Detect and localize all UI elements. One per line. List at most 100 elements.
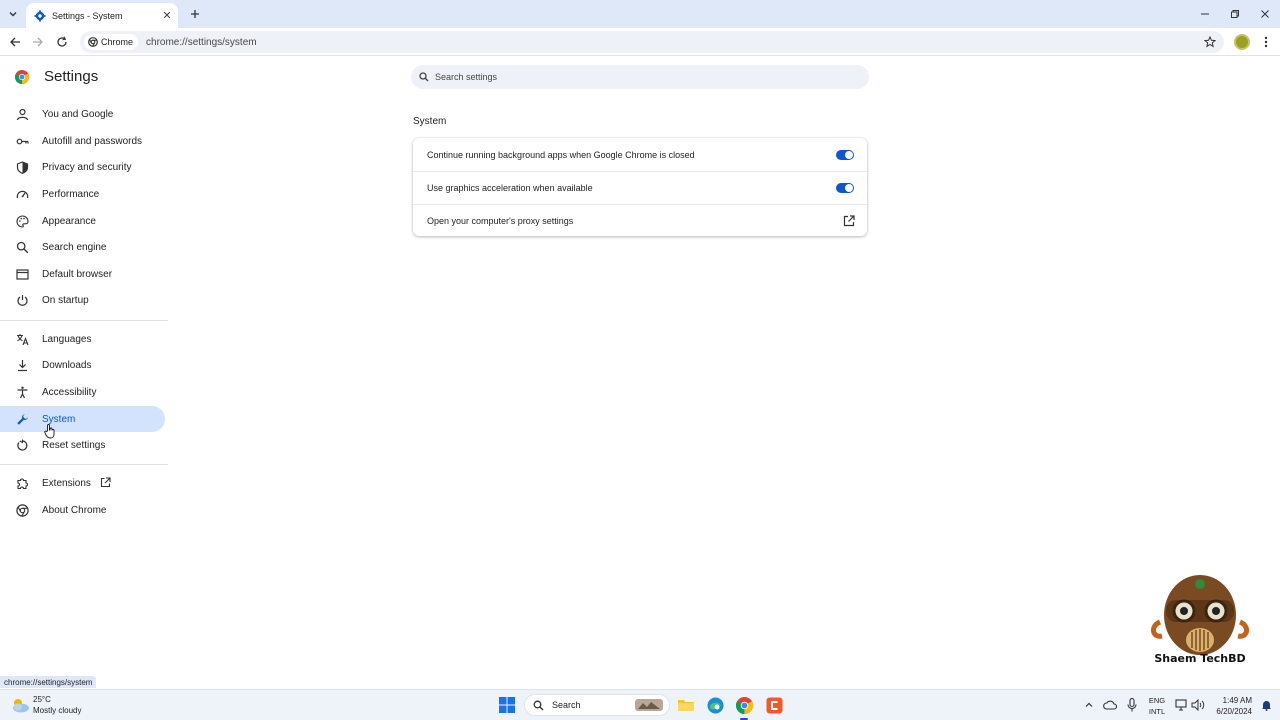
new-tab-button[interactable] xyxy=(186,5,204,23)
translate-icon xyxy=(17,333,29,345)
close-icon[interactable]: ✕ xyxy=(160,9,174,23)
sidebar-item-label: Default browser xyxy=(42,268,113,280)
bell-icon xyxy=(1261,701,1271,711)
menu-button[interactable] xyxy=(1259,33,1273,51)
restore-icon xyxy=(1231,10,1239,18)
sidebar-item-downloads[interactable]: Downloads xyxy=(0,352,165,378)
address-bar[interactable]: Chrome chrome://settings/system xyxy=(80,31,1224,53)
taskbar: 25°C Mostly cloudy Search ENG INTL 1:49 … xyxy=(0,689,1280,720)
forward-button[interactable] xyxy=(28,32,48,52)
sidebar-divider xyxy=(0,464,168,465)
extensions-label: Extensions xyxy=(42,478,91,489)
sidebar-item-about-chrome[interactable]: About Chrome xyxy=(0,497,165,523)
sidebar-item-extensions[interactable]: Extensions xyxy=(0,470,165,496)
show-hidden-icons-button[interactable] xyxy=(1079,695,1099,715)
notifications-button[interactable] xyxy=(1256,695,1276,715)
edge-button[interactable] xyxy=(705,695,725,715)
sidebar-item-reset[interactable]: Reset settings xyxy=(0,432,165,458)
reload-icon xyxy=(57,36,67,47)
gear-icon xyxy=(34,10,46,21)
volume-button[interactable] xyxy=(1188,695,1208,715)
sidebar-divider xyxy=(0,320,168,321)
sidebar-item-label: Search engine xyxy=(42,241,107,253)
file-explorer-button[interactable] xyxy=(676,695,696,715)
site-chip-label: Chrome xyxy=(101,37,134,47)
status-bubble: chrome://settings/system xyxy=(0,676,97,688)
setting-row-graphics-acceleration[interactable]: Use graphics acceleration when available xyxy=(413,171,867,204)
close-window-button[interactable] xyxy=(1250,0,1280,28)
chrome-icon xyxy=(16,503,29,517)
chevron-down-icon xyxy=(9,12,17,17)
sidebar-item-label: Downloads xyxy=(42,359,92,371)
sidebar-item-accessibility[interactable]: Accessibility xyxy=(0,379,165,405)
sidebar-item-label: On startup xyxy=(42,294,89,306)
sidebar-item-label: Privacy and security xyxy=(42,161,132,173)
chrome-taskbar-button[interactable] xyxy=(734,695,754,715)
page-title: Settings xyxy=(44,68,99,85)
speaker-icon xyxy=(1191,699,1205,711)
search-highlight-icon xyxy=(635,699,663,711)
search-icon xyxy=(533,700,544,710)
language-indicator[interactable]: ENG xyxy=(1146,696,1168,705)
sidebar-item-label: You and Google xyxy=(42,108,114,120)
sidebar-item-label: Autofill and passwords xyxy=(42,135,143,147)
weather-description: Mostly cloudy xyxy=(33,706,82,715)
keyboard-layout-indicator: INTL xyxy=(1148,707,1166,716)
windows-logo-icon xyxy=(499,697,515,713)
tab-strip: Settings - System ✕ xyxy=(0,0,1280,28)
weather-temperature: 25°C xyxy=(33,695,51,704)
sidebar-item-system[interactable]: System xyxy=(0,406,165,432)
search-icon xyxy=(419,72,429,82)
profile-avatar[interactable] xyxy=(1234,34,1250,50)
start-button[interactable] xyxy=(497,695,517,715)
bookmark-button[interactable] xyxy=(1202,34,1218,50)
background-apps-toggle[interactable] xyxy=(836,149,854,160)
tab-search-button[interactable] xyxy=(4,5,22,23)
sidebar-item-privacy[interactable]: Privacy and security xyxy=(0,154,165,180)
setting-row-background-apps[interactable]: Continue running background apps when Go… xyxy=(413,138,867,171)
sidebar-item-performance[interactable]: Performance xyxy=(0,181,165,207)
taskbar-search-label: Search xyxy=(552,700,581,710)
section-title: System xyxy=(413,116,447,127)
setting-label: Open your computer's proxy settings xyxy=(427,216,574,226)
sidebar-item-label: Extensions xyxy=(42,477,111,489)
sidebar-item-autofill[interactable]: Autofill and passwords xyxy=(0,128,165,154)
sidebar-item-search-engine[interactable]: Search engine xyxy=(0,234,165,260)
shield-icon xyxy=(16,160,29,174)
wrench-icon xyxy=(17,413,28,425)
sidebar-item-default-browser[interactable]: Default browser xyxy=(0,261,165,287)
graphics-acceleration-toggle[interactable] xyxy=(836,183,854,193)
restore-button[interactable] xyxy=(1220,0,1250,28)
setting-row-proxy-settings[interactable]: Open your computer's proxy settings xyxy=(413,204,867,237)
accessibility-icon xyxy=(17,386,28,398)
minimize-button[interactable] xyxy=(1190,0,1220,28)
open-in-new-icon[interactable] xyxy=(843,215,855,227)
tab-title: Settings - System xyxy=(52,10,123,21)
back-button[interactable] xyxy=(5,32,25,52)
clock-date: 6/20/2024 xyxy=(1216,707,1252,716)
mouse-cursor-icon xyxy=(44,424,55,439)
tab-settings[interactable]: Settings - System ✕ xyxy=(26,3,178,28)
sidebar-item-appearance[interactable]: Appearance xyxy=(0,208,165,234)
folder-icon xyxy=(678,700,694,711)
search-input[interactable] xyxy=(435,72,835,82)
taskbar-search[interactable]: Search xyxy=(524,694,670,716)
sidebar-item-you-and-google[interactable]: You and Google xyxy=(0,101,165,127)
reload-button[interactable] xyxy=(52,32,72,52)
search-icon xyxy=(16,241,29,253)
sidebar-item-on-startup[interactable]: On startup xyxy=(0,287,165,313)
puzzle-icon xyxy=(17,478,28,489)
taskbar-clock[interactable]: 1:49 AM 6/20/2024 xyxy=(1206,695,1252,717)
app-button[interactable] xyxy=(764,695,784,715)
app-icon xyxy=(766,697,782,713)
cloudy-weather-icon[interactable] xyxy=(10,696,30,714)
edge-icon xyxy=(707,697,723,713)
microphone-button[interactable] xyxy=(1122,695,1142,715)
sidebar-item-languages[interactable]: Languages xyxy=(0,326,165,352)
settings-search[interactable] xyxy=(411,65,869,89)
site-info-chip[interactable]: Chrome xyxy=(84,34,139,50)
onedrive-button[interactable] xyxy=(1100,695,1120,715)
sidebar-item-label: Reset settings xyxy=(42,439,106,451)
star-icon xyxy=(1204,36,1216,48)
watermark-text: Shaem TechBD xyxy=(1154,652,1246,665)
